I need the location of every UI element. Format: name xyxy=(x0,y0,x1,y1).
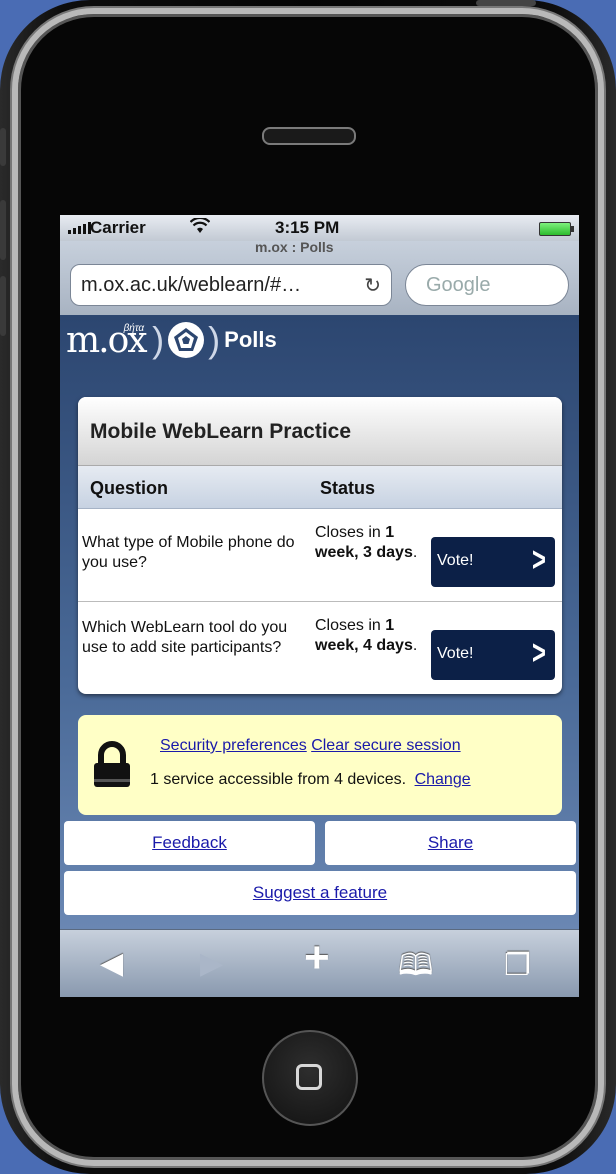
pages-icon[interactable]: ❐ xyxy=(504,946,531,986)
signal-icon xyxy=(68,222,91,234)
home-button[interactable] xyxy=(262,1030,358,1126)
bookmarks-icon[interactable]: 🕮 xyxy=(398,946,433,986)
beta-label: βήτα xyxy=(123,322,145,334)
polls-pentagon-icon xyxy=(168,322,205,358)
clock: 3:15 PM xyxy=(275,218,340,237)
table-row: What type of Mobile phone do you use? Cl… xyxy=(78,509,562,602)
url-text: m.ox.ac.uk/weblearn/#… xyxy=(81,274,302,296)
security-links: Security preferences Clear secure sessio… xyxy=(160,737,461,755)
lock-icon xyxy=(94,741,130,787)
column-question: Question xyxy=(90,478,169,498)
back-arrow-icon[interactable]: ◀ xyxy=(100,944,123,984)
volume-down-button[interactable] xyxy=(0,276,6,336)
wifi-icon xyxy=(189,216,211,239)
chevron-right-icon: > xyxy=(532,634,547,672)
security-panel: Security preferences Clear secure sessio… xyxy=(78,715,562,815)
footer-links: Feedback Share xyxy=(64,821,576,865)
reload-icon[interactable]: ↻ xyxy=(364,273,381,298)
forward-arrow-icon[interactable]: ▶ xyxy=(200,944,223,984)
chevron-right-icon: > xyxy=(532,541,547,579)
vote-label: Vote! xyxy=(437,552,474,569)
page-content: m.ox βήτα ) ) Polls Mobile WebLearn Prac… xyxy=(60,315,579,929)
mute-switch[interactable] xyxy=(0,128,6,166)
table-row: Which WebLearn tool do you use to add si… xyxy=(78,602,562,694)
site-header: m.ox βήτα ) ) Polls xyxy=(66,315,277,365)
security-info: 1 service accessible from 4 devices. Cha… xyxy=(150,771,471,789)
status-bar: Carrier 3:15 PM xyxy=(60,215,579,241)
search-field[interactable]: Google xyxy=(405,264,569,306)
column-status: Status xyxy=(320,478,376,498)
polls-card-title: Mobile WebLearn Practice xyxy=(78,397,562,466)
poll-status: Closes in 1 week, 3 days. xyxy=(315,524,418,561)
browser-toolbar: ◀ ▶ + 🕮 ❐ xyxy=(60,929,579,997)
add-bookmark-icon[interactable]: + xyxy=(304,936,330,980)
vote-button[interactable]: Vote! > xyxy=(431,630,555,680)
phone-body: Carrier 3:15 PM m.ox : Polls m.ox.ac.uk/… xyxy=(0,0,616,1174)
poll-question: What type of Mobile phone do you use? xyxy=(82,534,295,571)
section-title: Polls xyxy=(224,327,277,352)
home-square-icon xyxy=(296,1064,322,1090)
polls-card: Mobile WebLearn Practice Question Status… xyxy=(78,397,562,694)
vote-button[interactable]: Vote! > xyxy=(431,537,555,587)
change-link[interactable]: Change xyxy=(415,771,471,788)
screen: Carrier 3:15 PM m.ox : Polls m.ox.ac.uk/… xyxy=(60,215,579,997)
clear-secure-session-link[interactable]: Clear secure session xyxy=(311,737,460,754)
security-info-text: 1 service accessible from 4 devices. xyxy=(150,771,407,788)
separator-paren-icon: ) xyxy=(208,319,221,360)
separator-paren-icon: ) xyxy=(152,319,165,360)
suggest-feature-link[interactable]: Suggest a feature xyxy=(64,871,576,915)
poll-question: Which WebLearn tool do you use to add si… xyxy=(82,619,288,656)
browser-chrome: m.ox : Polls m.ox.ac.uk/weblearn/#… ↻ Go… xyxy=(60,239,579,316)
earpiece-speaker xyxy=(262,127,356,145)
volume-up-button[interactable] xyxy=(0,200,6,260)
share-link[interactable]: Share xyxy=(325,821,576,865)
security-preferences-link[interactable]: Security preferences xyxy=(160,737,307,754)
poll-status: Closes in 1 week, 4 days. xyxy=(315,617,418,654)
url-field[interactable]: m.ox.ac.uk/weblearn/#… ↻ xyxy=(70,264,392,306)
vote-label: Vote! xyxy=(437,645,474,662)
feedback-link[interactable]: Feedback xyxy=(64,821,315,865)
battery-icon xyxy=(539,222,574,236)
sleep-button[interactable] xyxy=(476,0,536,6)
page-title: m.ox : Polls xyxy=(255,239,334,255)
carrier-label: Carrier xyxy=(90,218,146,237)
table-header: Question Status xyxy=(78,466,562,509)
